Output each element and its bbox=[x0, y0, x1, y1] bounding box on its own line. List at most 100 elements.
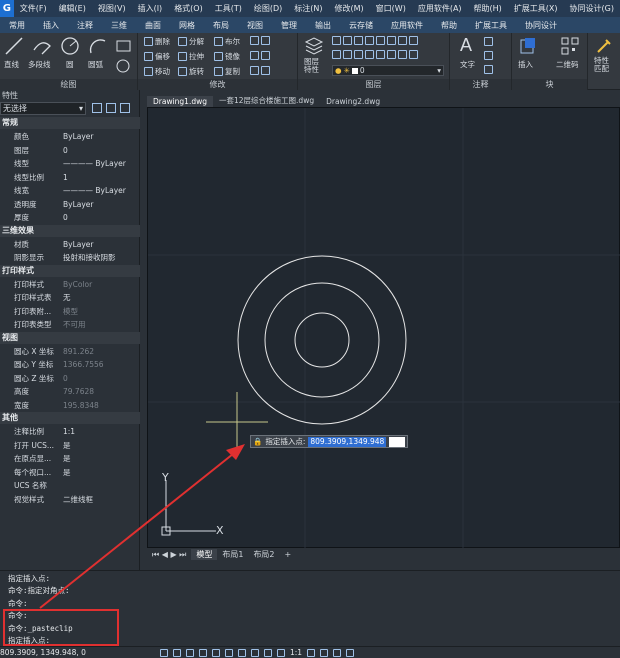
transparency-toggle-icon[interactable] bbox=[251, 648, 259, 657]
outer-circle[interactable] bbox=[237, 255, 407, 425]
property-row[interactable]: 在原点显... 是 bbox=[0, 452, 140, 466]
property-row[interactable]: 注释比例 1:1 bbox=[0, 425, 140, 439]
property-value[interactable]: ByLayer bbox=[63, 238, 94, 252]
section-header-general[interactable]: 常规 bbox=[0, 117, 140, 129]
menu-item[interactable]: 视图(V) bbox=[92, 3, 132, 14]
property-value[interactable]: 79.7628 bbox=[63, 385, 94, 399]
workspace-icon[interactable] bbox=[307, 648, 316, 657]
property-value[interactable]: 0 bbox=[63, 144, 68, 158]
layer-tools-row-2[interactable] bbox=[332, 50, 418, 59]
menu-item[interactable]: 插入(I) bbox=[132, 3, 169, 14]
property-value[interactable]: 0 bbox=[63, 211, 68, 225]
property-row[interactable]: 打印样式表 无 bbox=[0, 291, 140, 305]
layout-nav-icon[interactable]: ⏮ ◀ ▶ ⏭ bbox=[147, 550, 191, 560]
property-value[interactable]: ByLayer bbox=[63, 198, 94, 212]
ribbon-tab[interactable]: 云存储 bbox=[340, 20, 382, 31]
property-row[interactable]: 圆心 Z 坐标 0 bbox=[0, 372, 140, 386]
inner-circle[interactable] bbox=[294, 312, 350, 368]
property-row[interactable]: 透明度 ByLayer bbox=[0, 198, 140, 212]
ribbon-tab[interactable]: 注释 bbox=[68, 20, 102, 31]
circle-button[interactable]: 圆 bbox=[66, 59, 74, 70]
ribbon-tab[interactable]: 常用 bbox=[0, 20, 34, 31]
property-row[interactable]: UCS 名称 bbox=[0, 479, 140, 493]
property-value[interactable]: 二维线框 bbox=[63, 493, 93, 507]
property-value[interactable]: 无 bbox=[63, 291, 71, 305]
rotate-button[interactable]: 旋转 bbox=[178, 66, 204, 77]
property-value[interactable]: 是 bbox=[63, 452, 71, 466]
arc-button[interactable]: 圆弧 bbox=[88, 59, 103, 70]
status-toggles[interactable]: 1:1 bbox=[160, 648, 355, 657]
menu-item[interactable]: 帮助(H) bbox=[468, 3, 508, 14]
lineweight-toggle-icon[interactable] bbox=[238, 648, 246, 657]
menu-item[interactable]: 修改(M) bbox=[329, 3, 370, 14]
menu-item[interactable]: 协同设计(G) bbox=[564, 3, 620, 14]
property-value[interactable]: ByColor bbox=[63, 278, 92, 292]
line-button[interactable]: 直线 bbox=[4, 59, 19, 70]
dimension-button[interactable] bbox=[484, 37, 493, 46]
section-header-threed[interactable]: 三维效果 bbox=[0, 224, 140, 237]
ribbon-tab[interactable]: 帮助 bbox=[432, 20, 466, 31]
ribbon-tab[interactable]: 三维 bbox=[102, 20, 136, 31]
property-value[interactable]: 891.262 bbox=[63, 345, 94, 359]
menu-item[interactable]: 标注(N) bbox=[288, 3, 328, 14]
layer-dropdown[interactable]: ● ✳ 0 ▾ bbox=[332, 65, 444, 76]
copy-button[interactable]: 复制 bbox=[214, 66, 240, 77]
property-value[interactable]: 0 bbox=[63, 372, 68, 386]
insert-button[interactable]: 插入 bbox=[518, 59, 533, 70]
document-tab[interactable]: Drawing2.dwg bbox=[320, 96, 386, 107]
menu-item[interactable]: 应用软件(A) bbox=[412, 3, 468, 14]
property-row[interactable]: 视觉样式 二维线框 bbox=[0, 493, 140, 507]
property-value[interactable]: 不可用 bbox=[63, 318, 86, 332]
layout-tab[interactable]: 模型 bbox=[191, 549, 218, 560]
otrack-toggle-icon[interactable] bbox=[225, 648, 233, 657]
section-header-misc[interactable]: 其他 bbox=[0, 412, 140, 424]
ribbon-tab[interactable]: 插入 bbox=[34, 20, 68, 31]
table-button[interactable] bbox=[484, 65, 493, 74]
layer-properties-button[interactable]: 图层 特性 bbox=[304, 58, 319, 74]
menu-item[interactable]: 工具(T) bbox=[209, 3, 248, 14]
quick-select-icon[interactable] bbox=[92, 103, 102, 113]
ribbon-tab[interactable]: 布局 bbox=[204, 20, 238, 31]
property-row[interactable]: 线宽 ———— ByLayer bbox=[0, 184, 140, 198]
property-row[interactable]: 圆心 Y 坐标 1366.7556 bbox=[0, 358, 140, 372]
customize-icon[interactable] bbox=[346, 648, 355, 657]
property-row[interactable]: 高度 79.7628 bbox=[0, 385, 140, 399]
property-row[interactable]: 厚度 0 bbox=[0, 211, 140, 225]
polar-toggle-icon[interactable] bbox=[199, 648, 207, 657]
selection-cycle-icon[interactable] bbox=[264, 648, 272, 657]
property-value[interactable]: 是 bbox=[63, 439, 71, 453]
ribbon-tab[interactable]: 网格 bbox=[170, 20, 204, 31]
property-row[interactable]: 线型比例 1 bbox=[0, 171, 140, 185]
menu-item[interactable]: 编辑(E) bbox=[53, 3, 92, 14]
match-properties-button[interactable]: 特性 匹配 bbox=[594, 57, 609, 73]
mirror-button[interactable]: 镜像 bbox=[214, 51, 240, 62]
property-value[interactable]: 是 bbox=[63, 466, 71, 480]
explode-button[interactable]: 分解 bbox=[178, 36, 204, 47]
boolean-button[interactable]: 布尔 bbox=[214, 36, 240, 47]
ribbon-tab[interactable]: 扩展工具 bbox=[466, 20, 516, 31]
menu-item[interactable]: 窗口(W) bbox=[370, 3, 412, 14]
select-objects-icon[interactable] bbox=[106, 103, 116, 113]
ribbon-tab[interactable]: 曲面 bbox=[136, 20, 170, 31]
section-header-print[interactable]: 打印样式 bbox=[0, 264, 140, 277]
property-row[interactable]: 阴影显示 投射和接收阴影 bbox=[0, 251, 140, 265]
layer-tools-row-1[interactable] bbox=[332, 36, 418, 45]
property-row[interactable]: 颜色 ByLayer bbox=[0, 130, 140, 144]
polyline-button[interactable]: 多段线 bbox=[28, 59, 51, 70]
grid-toggle-icon[interactable] bbox=[160, 648, 168, 657]
insert-extra-field[interactable] bbox=[389, 436, 406, 447]
annotation-scale[interactable]: 1:1 bbox=[290, 648, 302, 657]
property-value[interactable]: ByLayer bbox=[63, 130, 94, 144]
leader-button[interactable] bbox=[484, 51, 493, 60]
property-value[interactable]: 1 bbox=[63, 171, 68, 185]
text-button[interactable]: 文字 bbox=[460, 59, 475, 70]
property-row[interactable]: 圆心 X 坐标 891.262 bbox=[0, 345, 140, 359]
fullscreen-icon[interactable] bbox=[333, 648, 342, 657]
property-row[interactable]: 图层 0 bbox=[0, 144, 140, 158]
move-button[interactable]: 移动 bbox=[144, 66, 170, 77]
offset-button[interactable]: 偏移 bbox=[144, 51, 170, 62]
middle-circle[interactable] bbox=[264, 282, 380, 398]
ortho-toggle-icon[interactable] bbox=[186, 648, 194, 657]
menu-item[interactable]: 文件(F) bbox=[14, 3, 53, 14]
drawing-canvas[interactable]: Y X bbox=[147, 107, 620, 549]
